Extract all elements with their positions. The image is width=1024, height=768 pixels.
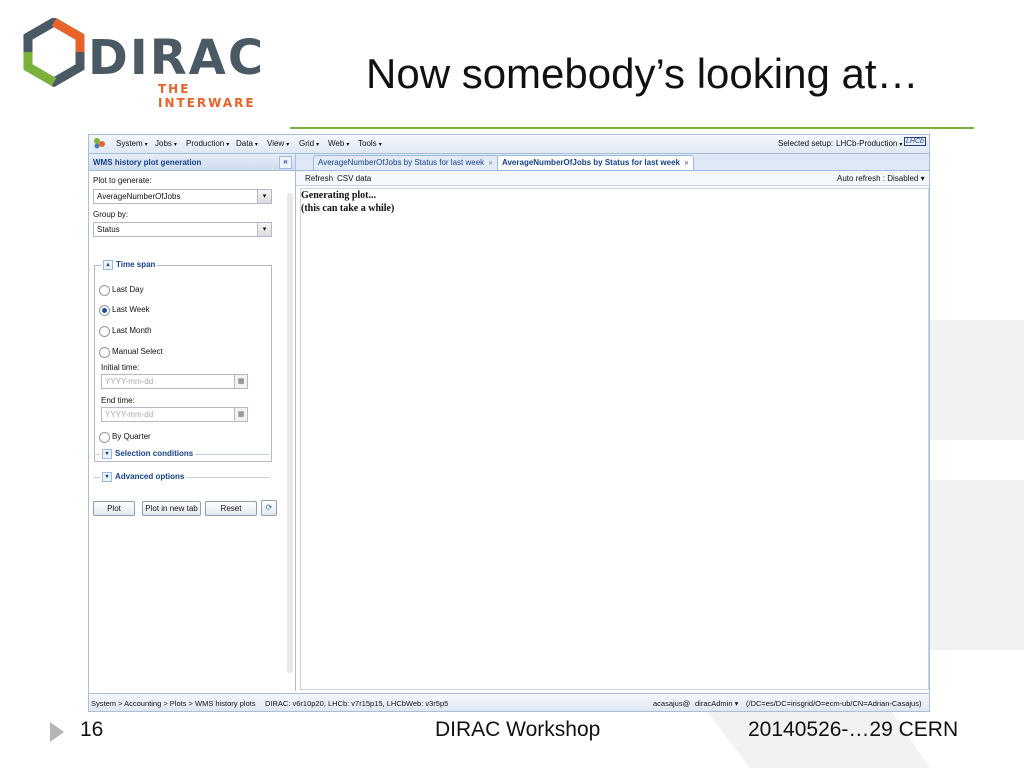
plot-to-generate-label: Plot to generate: [93,176,152,185]
user-dn: (/DC=es/DC=irisgrid/O=ecm-ub/CN=Adrian-C… [746,699,922,708]
manual-select-label: Manual Select [112,347,163,356]
group-by-select[interactable]: Status ▾ [93,222,272,237]
selection-conditions-toggle[interactable]: ▾ Selection conditions [100,449,196,459]
plot-content-area: Generating plot... (this can take a whil… [300,188,929,690]
footer-date: 20140526-…29 CERN [748,718,959,741]
last-day-label: Last Day [112,285,144,294]
close-tab-icon[interactable]: ✕ [488,161,493,167]
collapse-panel-icon[interactable]: « [279,156,292,169]
last-week-label: Last Week [112,305,150,314]
menu-view[interactable]: View ▾ [267,139,289,148]
slide-title: Now somebody’s looking at… [366,50,919,97]
menu-data[interactable]: Data ▾ [236,139,258,148]
lhcb-logo: LHCb [904,137,926,146]
plot-toolbar: Refresh CSV data Auto refresh : Disabled… [296,171,929,186]
generating-note: (this can take a while) [301,203,395,214]
version-info: DIRAC: v6r10p20, LHCb: v7r15p15, LHCbWeb… [265,699,449,708]
footer-event: DIRAC Workshop [435,718,601,741]
dirac-menu-icon[interactable] [93,137,109,151]
menu-production[interactable]: Production ▾ [186,139,229,148]
panel-scrollbar[interactable] [287,193,293,673]
tab-plot-1[interactable]: AverageNumberOfJobs by Status for last w… [313,155,499,170]
dirac-logo: DIRAC THE INTERWARE [22,16,274,110]
user-name: acasajus@ [653,699,691,708]
tab-bar: AverageNumberOfJobs by Status for last w… [296,154,929,171]
expand-toggle-icon: ▾ [102,449,112,459]
menu-jobs[interactable]: Jobs ▾ [155,139,177,148]
role-selector[interactable]: diracAdmin ▾ [695,699,738,708]
breadcrumb: System > Accounting > Plots > WMS histor… [91,699,256,708]
radio-manual-select[interactable] [99,347,110,358]
page-number: 16 [80,718,104,741]
hexagon-logo-icon [23,16,85,88]
menu-grid[interactable]: Grid ▾ [299,139,319,148]
generating-message: Generating plot... [301,190,376,201]
auto-refresh-dropdown[interactable]: Auto refresh : Disabled ▾ [837,174,925,183]
close-tab-icon[interactable]: ✕ [684,161,689,167]
calendar-icon[interactable]: ▦ [234,407,248,422]
plot-config-panel: WMS history plot generation « Plot to ge… [89,154,296,691]
footer-arrow-icon [50,722,64,742]
app-window: System ▾ Jobs ▾ Production ▾ Data ▾ View ▾ Gr… [88,134,930,712]
expand-toggle-icon: ▾ [102,472,112,482]
plot-select[interactable]: AverageNumberOfJobs ▾ [93,189,272,204]
last-month-label: Last Month [112,326,152,335]
logo-tagline: THE INTERWARE [158,82,256,110]
by-quarter-label: By Quarter [112,432,151,441]
refresh-icon[interactable]: ⟳ [261,500,277,516]
end-time-input[interactable]: YYYY-mm-dd ▦ [101,407,248,422]
menubar: System ▾ Jobs ▾ Production ▾ Data ▾ View ▾ Gr… [89,135,929,154]
menu-system[interactable]: System ▾ [116,139,148,148]
logo-name: DIRAC [88,30,266,86]
chevron-down-icon[interactable]: ▾ [257,223,271,236]
plot-button[interactable]: Plot [93,501,135,516]
setup-selector[interactable]: LHCb-Production ▾ [836,139,902,148]
plot-in-new-tab-button[interactable]: Plot in new tab [142,501,201,516]
menu-tools[interactable]: Tools ▾ [358,139,382,148]
advanced-options-toggle[interactable]: ▾ Advanced options [100,472,187,482]
initial-time-input[interactable]: YYYY-mm-dd ▦ [101,374,248,389]
chevron-down-icon[interactable]: ▾ [257,190,271,203]
panel-header: WMS history plot generation « [89,154,295,171]
end-time-label: End time: [101,396,135,405]
time-span-fieldset: ▴ Time span Last Day Last Week Last Month… [94,260,272,462]
collapse-toggle-icon: ▴ [103,260,113,270]
radio-by-quarter[interactable] [99,432,110,443]
radio-last-week[interactable] [99,305,110,316]
menu-web[interactable]: Web ▾ [328,139,349,148]
title-divider [290,127,974,129]
radio-last-month[interactable] [99,326,110,337]
group-by-label: Group by: [93,210,129,219]
panel-title: WMS history plot generation [93,158,202,167]
tab-plot-2-active[interactable]: AverageNumberOfJobs by Status for last w… [497,155,695,170]
reset-button[interactable]: Reset [205,501,257,516]
refresh-button[interactable]: Refresh [305,174,333,183]
initial-time-label: Initial time: [101,363,140,372]
time-span-legend[interactable]: ▴ Time span [101,260,158,270]
calendar-icon[interactable]: ▦ [234,374,248,389]
selected-setup-label: Selected setup: [778,139,834,148]
status-bar: System > Accounting > Plots > WMS histor… [89,693,929,711]
radio-last-day[interactable] [99,285,110,296]
csv-data-button[interactable]: CSV data [337,174,371,183]
